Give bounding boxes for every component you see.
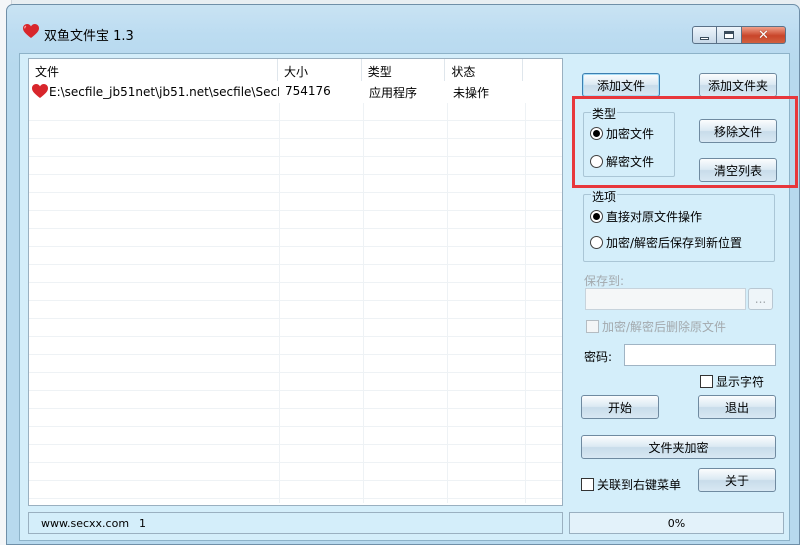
cell-file: E:\secfile_jb51net\jb51.net\secfile\SecF… — [29, 83, 279, 102]
maximize-icon — [724, 31, 734, 39]
grid-column-divider — [279, 103, 280, 503]
start-button[interactable]: 开始 — [581, 395, 659, 419]
status-bar: www.secxx.com 1 0% — [28, 512, 784, 536]
app-window: 双鱼文件宝 1.3 ✕ 文件 大小 类型 状态 E:\secfile_jb51n… — [6, 4, 800, 545]
radio-save-new-location[interactable]: 加密/解密后保存到新位置 — [590, 234, 742, 251]
file-list[interactable]: 文件 大小 类型 状态 E:\secfile_jb51net\jb51.net\… — [28, 58, 563, 506]
website-text: www.secxx.com — [41, 517, 130, 530]
checkbox-icon — [581, 478, 594, 491]
password-label: 密码: — [584, 350, 613, 364]
options-group-label: 选项 — [591, 188, 618, 205]
checkbox-label: 关联到右键菜单 — [597, 478, 682, 492]
radio-label: 加密/解密后保存到新位置 — [606, 236, 743, 250]
radio-selected-icon — [590, 210, 603, 223]
column-header-filler — [523, 59, 562, 81]
checkbox-label: 显示字符 — [716, 375, 765, 389]
grid-column-divider — [447, 103, 448, 503]
show-chars-checkbox[interactable]: 显示字符 — [700, 373, 764, 390]
checkbox-label: 加密/解密后删除原文件 — [602, 320, 727, 334]
cell-type: 应用程序 — [369, 86, 418, 100]
cell-status: 未操作 — [453, 86, 490, 100]
folder-encrypt-button[interactable]: 文件夹加密 — [581, 435, 776, 459]
file-count: 1 — [139, 517, 146, 530]
radio-label: 直接对原文件操作 — [606, 210, 703, 224]
progress-text: 0% — [667, 517, 686, 530]
save-to-field[interactable] — [585, 288, 746, 310]
maximize-button[interactable] — [717, 26, 742, 44]
cell-size: 754176 — [285, 84, 331, 98]
password-field[interactable] — [624, 344, 776, 366]
add-file-button[interactable]: 添加文件 — [582, 73, 660, 97]
save-to-label: 保存到: — [584, 274, 625, 288]
column-header-size[interactable]: 大小 — [278, 59, 362, 81]
radio-direct-operate[interactable]: 直接对原文件操作 — [590, 208, 702, 225]
checkbox-icon — [586, 320, 599, 333]
progress-bar: 0% — [569, 512, 784, 534]
window-title: 双鱼文件宝 1.3 — [44, 29, 134, 44]
grid-column-divider — [363, 103, 364, 503]
checkbox-icon — [700, 375, 713, 388]
minimize-icon — [700, 36, 709, 40]
status-left-pane: www.secxx.com 1 — [28, 512, 563, 534]
options-group: 选项 直接对原文件操作 加密/解密后保存到新位置 — [583, 188, 775, 262]
minimize-button[interactable] — [692, 26, 717, 44]
highlight-annotation-box — [572, 96, 798, 188]
file-list-header: 文件 大小 类型 状态 — [29, 59, 562, 81]
table-row[interactable]: E:\secfile_jb51net\jb51.net\secfile\SecF… — [29, 83, 562, 102]
browse-button[interactable]: ... — [748, 288, 773, 310]
radio-unselected-icon — [590, 236, 603, 249]
about-button[interactable]: 关于 — [698, 468, 776, 492]
column-header-type[interactable]: 类型 — [362, 59, 446, 81]
close-icon: ✕ — [758, 27, 769, 43]
add-folder-button[interactable]: 添加文件夹 — [699, 73, 777, 97]
grid-column-divider — [525, 103, 526, 503]
column-header-status[interactable]: 状态 — [445, 59, 524, 81]
file-path: E:\secfile_jb51net\jb51.net\secfile\SecF… — [49, 85, 279, 99]
close-button[interactable]: ✕ — [742, 26, 786, 44]
context-menu-checkbox[interactable]: 关联到右键菜单 — [581, 476, 681, 493]
list-gridlines — [29, 103, 562, 503]
heart-icon — [32, 84, 48, 98]
exit-button[interactable]: 退出 — [698, 395, 776, 419]
heart-icon — [23, 24, 39, 38]
title-bar[interactable]: 双鱼文件宝 1.3 ✕ — [7, 5, 799, 45]
caption-buttons: ✕ — [692, 26, 786, 44]
delete-original-checkbox[interactable]: 加密/解密后删除原文件 — [586, 318, 726, 335]
column-header-file[interactable]: 文件 — [29, 59, 279, 81]
